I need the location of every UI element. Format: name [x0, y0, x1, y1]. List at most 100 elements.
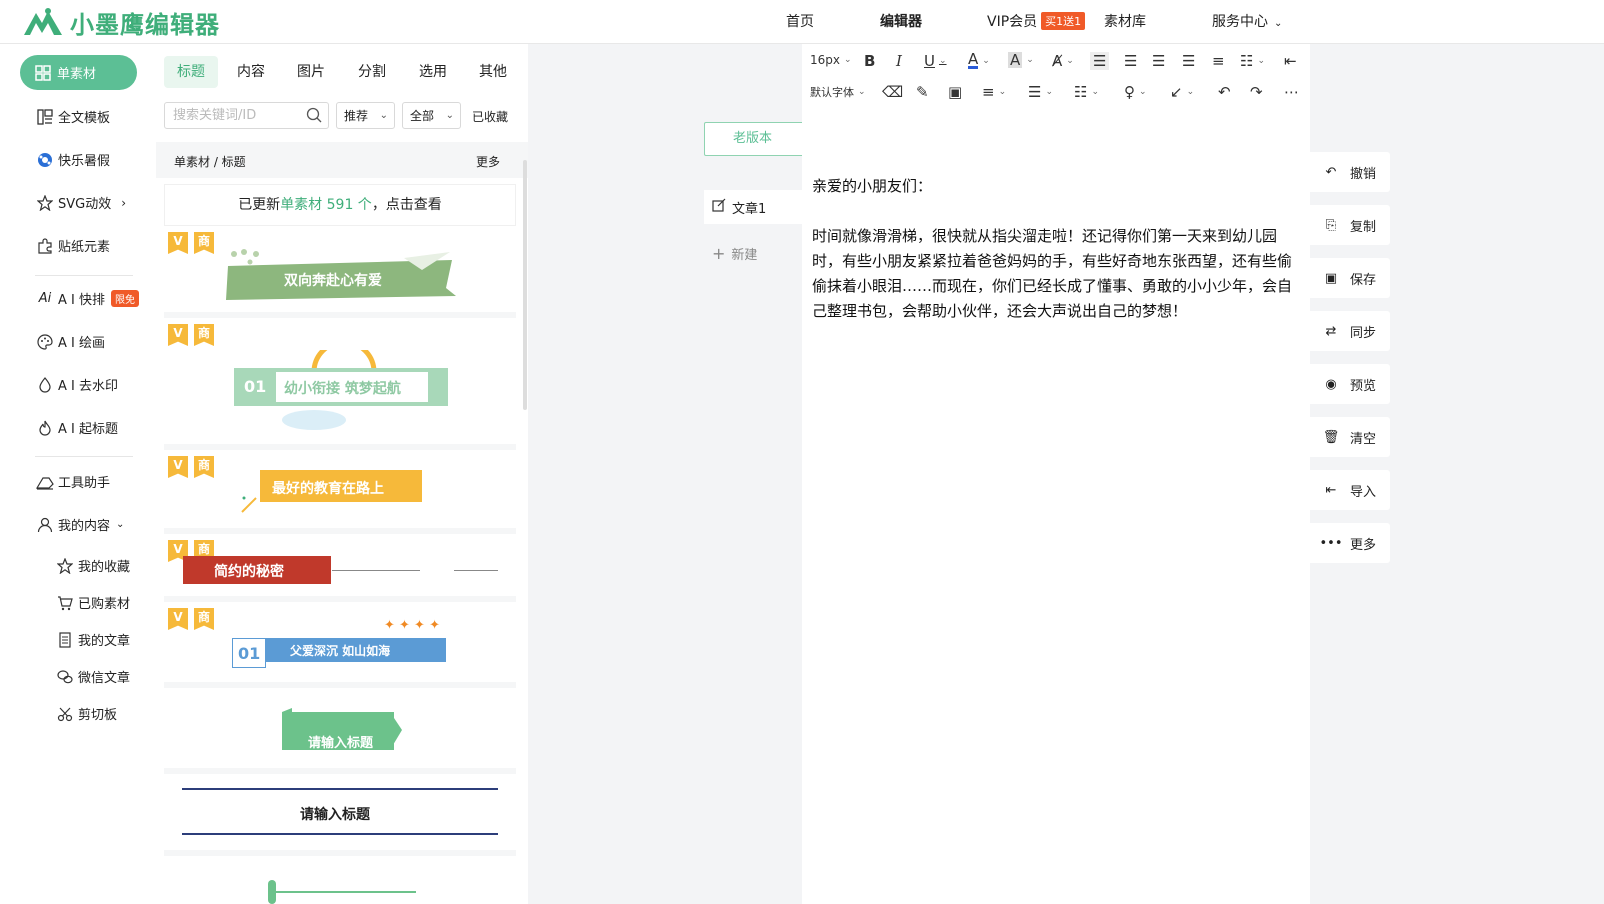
chevron-down-icon: ⌄	[1257, 56, 1265, 66]
sidebar-item-label: A I 快排	[58, 293, 105, 308]
indent-icon[interactable]: ≡	[1212, 52, 1225, 70]
divider-line	[182, 788, 498, 790]
wechat-icon	[56, 668, 74, 686]
card-title: 幼小衔接 筑梦起航	[284, 381, 401, 397]
star-icon	[36, 194, 54, 212]
align-justify-icon[interactable]: ☰	[1182, 52, 1195, 70]
arrow-icon[interactable]: ↙ ⌄	[1170, 83, 1194, 101]
new-doc-button[interactable]: + 新建	[704, 236, 804, 270]
preview-button[interactable]: ◉ 预览	[1310, 364, 1390, 404]
more-button[interactable]: ••• 更多	[1310, 523, 1390, 563]
tab-divider[interactable]: 分割	[345, 56, 399, 88]
nav-vip[interactable]: VIP会员 买1送1	[987, 11, 1086, 31]
font-family-select[interactable]: 默认字体 ⌄	[810, 84, 866, 100]
panel-scrollbar[interactable]	[523, 160, 527, 410]
sidebar-item-svg[interactable]: SVG动效 ›	[36, 193, 126, 212]
nav-library[interactable]: 素材库	[1104, 11, 1146, 31]
action-label: 保存	[1350, 272, 1377, 288]
sidebar-item-template[interactable]: 全文模板	[36, 107, 110, 126]
letter-spacing-icon[interactable]: ☰ ⌄	[1028, 83, 1053, 101]
tab-image[interactable]: 图片	[284, 56, 338, 88]
green-scroll-shape	[268, 880, 416, 904]
old-version-button[interactable]: 老版本	[704, 122, 804, 156]
align-left-icon[interactable]: ☰	[1090, 52, 1110, 70]
sidebar-item-wechat[interactable]: 微信文章	[56, 667, 130, 686]
editor-content[interactable]: 亲爱的小朋友们： 时间就像滑滑梯，很快就从指尖溜走啦！还记得你们第一天来到幼儿园…	[812, 174, 1304, 324]
font-size-value: 16px	[810, 53, 840, 67]
sidebar-item-ai-paint[interactable]: A I 绘画	[36, 332, 105, 351]
divider-line-icon[interactable]: ≡ ⌄	[982, 83, 1006, 101]
image-icon[interactable]: ▣	[948, 83, 962, 101]
material-card[interactable]: V 商 01 父爱深沉 如山如海 ✦ ✦ ✦ ✦	[164, 608, 516, 688]
undo-icon[interactable]: ↶	[1218, 83, 1231, 101]
sidebar-item-purchased[interactable]: 已购素材	[56, 593, 130, 612]
more-icon[interactable]: ⋯	[1284, 83, 1299, 101]
font-size-select[interactable]: 16px ⌄	[810, 53, 852, 67]
align-right-icon[interactable]: ☰	[1152, 52, 1165, 70]
vip-tag: V	[168, 324, 188, 346]
material-card[interactable]: V 商 01 幼小衔接 筑梦起航	[164, 324, 516, 450]
tab-other[interactable]: 其他	[466, 56, 520, 88]
breadcrumb-bar: 单素材 / 标题 更多	[156, 142, 528, 178]
chevron-down-icon: ⌄	[982, 55, 990, 66]
sidebar-item-favorites[interactable]: 我的收藏	[56, 556, 130, 575]
search-icon[interactable]	[306, 107, 322, 132]
tab-content[interactable]: 内容	[224, 56, 278, 88]
new-doc-label: 新建	[731, 247, 758, 263]
tab-title[interactable]: 标题	[164, 56, 218, 88]
chevron-down-icon: ⌄	[998, 87, 1007, 97]
sidebar-item-my-content[interactable]: 我的内容 ⌄	[36, 515, 124, 534]
undo-button[interactable]: ↶ 撤销	[1310, 152, 1390, 192]
material-card[interactable]: 请输入标题	[164, 694, 516, 774]
eraser-icon[interactable]: ⌫	[882, 83, 903, 101]
material-card[interactable]	[164, 862, 516, 904]
material-card[interactable]: 请输入标题	[164, 780, 516, 856]
lightbulb-icon[interactable]: ♀ ⌄	[1124, 83, 1147, 101]
nav-editor[interactable]: 编辑器	[880, 11, 922, 31]
edit-icon	[712, 198, 726, 216]
card-title: 父爱深沉 如山如海	[290, 644, 391, 658]
sidebar-item-sticker[interactable]: 贴纸元素	[36, 236, 110, 255]
material-card[interactable]: V 商 简约的秘密	[164, 540, 516, 602]
material-card[interactable]: V 商 双向奔赴心有爱	[164, 232, 516, 318]
nav-service[interactable]: 服务中心 ⌄	[1212, 11, 1282, 31]
sidebar-item-tools[interactable]: 工具助手	[36, 472, 110, 491]
nav-home[interactable]: 首页	[786, 11, 814, 31]
save-button[interactable]: ▣ 保存	[1310, 258, 1390, 298]
underline-icon[interactable]: U ⌄	[924, 52, 947, 70]
paragraph-spacing-icon[interactable]: ☷ ⌄	[1074, 83, 1099, 101]
copy-button[interactable]: ⎘ 复制	[1310, 205, 1390, 245]
highlight-color-icon[interactable]: A ⌄	[1008, 52, 1034, 68]
format-brush-icon[interactable]: ✎	[916, 83, 929, 101]
logo[interactable]: 小墨鹰编辑器	[22, 4, 220, 40]
align-center-icon[interactable]: ☰	[1124, 52, 1137, 70]
line-height-icon[interactable]: ☷ ⌄	[1240, 52, 1265, 70]
update-suffix: ，点击查看	[371, 197, 442, 213]
doc-item[interactable]: 文章1	[704, 190, 804, 224]
sidebar-item-single-material[interactable]: 单素材	[20, 55, 137, 90]
sidebar-item-summer[interactable]: 快乐暑假	[36, 150, 110, 169]
font-color-icon[interactable]: A ⌄	[968, 52, 990, 69]
sort-dropdown[interactable]: 推荐 ⌄	[336, 102, 395, 129]
tab-selected[interactable]: 选用	[406, 56, 460, 88]
material-card[interactable]: V 商 最好的教育在路上	[164, 456, 516, 534]
import-button[interactable]: ⇤ 导入	[1310, 470, 1390, 510]
sync-button[interactable]: ⇄ 同步	[1310, 311, 1390, 351]
sidebar-item-ai-title[interactable]: A I 起标题	[36, 418, 118, 437]
more-link[interactable]: 更多	[476, 153, 500, 170]
clear-button[interactable]: 🗑 清空	[1310, 417, 1390, 457]
update-notice[interactable]: 已更新单素材 591 个，点击查看	[164, 184, 516, 226]
grid-icon	[35, 64, 51, 81]
exit-icon[interactable]: ⇤	[1284, 52, 1297, 70]
clear-format-icon[interactable]: Ⱥ ⌄	[1052, 52, 1074, 70]
bold-icon[interactable]: B	[864, 52, 875, 70]
sidebar-item-my-articles[interactable]: 我的文章	[56, 630, 130, 649]
italic-icon[interactable]: I	[896, 52, 902, 70]
favorites-filter[interactable]: 已收藏	[472, 108, 508, 125]
sidebar-item-ai-watermark[interactable]: A I 去水印	[36, 375, 118, 394]
redo-icon[interactable]: ↷	[1250, 83, 1263, 101]
scope-dropdown[interactable]: 全部 ⌄	[402, 102, 461, 129]
sidebar-item-clipboard[interactable]: 剪切板	[56, 704, 117, 723]
search-input[interactable]: 搜索关键词/ID	[164, 102, 329, 129]
sidebar-item-ai-layout[interactable]: Ai A I 快排 限免	[36, 289, 139, 308]
